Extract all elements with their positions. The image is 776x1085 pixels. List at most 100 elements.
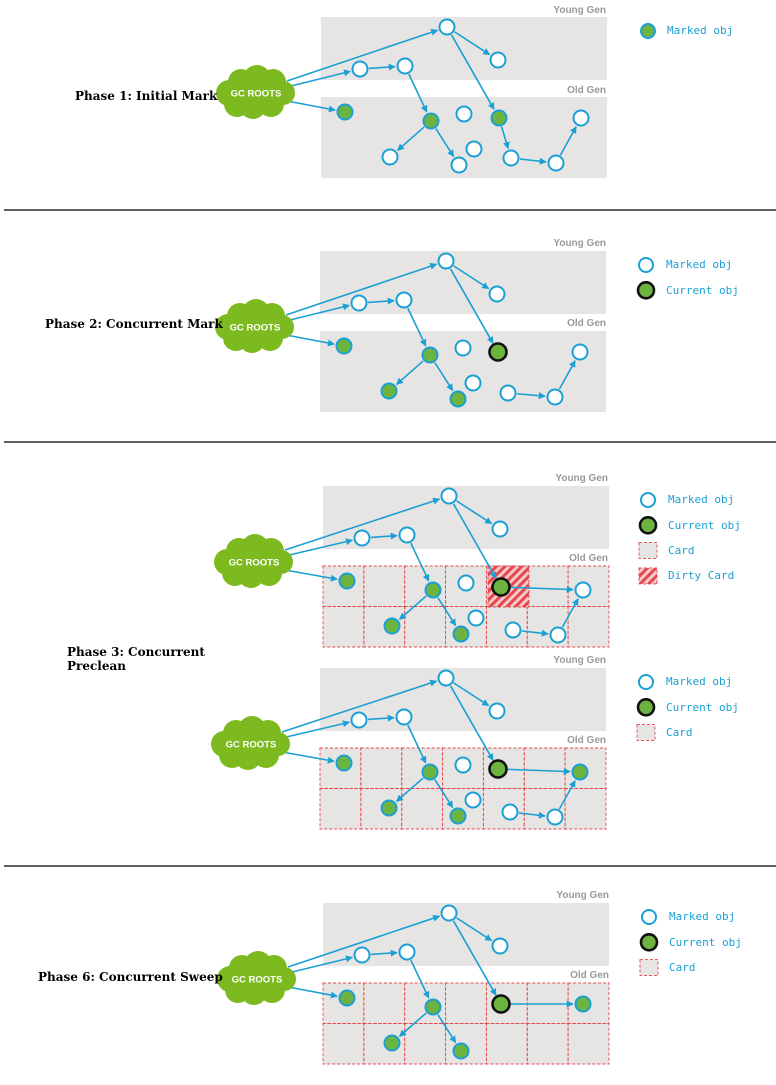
object	[572, 109, 590, 127]
legend-card-label: Card	[669, 961, 696, 974]
marked-object	[574, 995, 592, 1013]
legend-current-swatch	[636, 697, 656, 717]
object	[547, 154, 565, 172]
legend-marked-label: Marked obj	[667, 24, 734, 37]
gc-roots-label: GC ROOTS	[226, 740, 277, 751]
object	[438, 18, 456, 36]
old-gen-label: Old Gen	[567, 318, 606, 329]
gc-roots-label: GC ROOTS	[229, 558, 280, 569]
object	[440, 904, 458, 922]
legend-marked-swatch	[638, 674, 654, 690]
object	[457, 574, 475, 592]
object	[440, 487, 458, 505]
gc-roots-label: GC ROOTS	[230, 323, 281, 334]
object	[502, 149, 520, 167]
current-object	[491, 577, 511, 597]
object	[499, 384, 517, 402]
young-gen-label: Young Gen	[553, 5, 606, 16]
marked-object	[422, 112, 440, 130]
object	[546, 808, 564, 826]
legend-dirty-card-label: Dirty Card	[668, 569, 735, 582]
marked-object	[338, 989, 356, 1007]
legend-marked-swatch	[641, 909, 657, 925]
object	[381, 148, 399, 166]
marked-object	[380, 382, 398, 400]
object	[574, 581, 592, 599]
gc-roots-cloud: GC ROOTS	[217, 951, 296, 1005]
legend-marked-label: Marked obj	[666, 675, 733, 688]
young-gen-label: Young Gen	[555, 473, 608, 484]
legend-current-label: Current obj	[666, 284, 739, 297]
object	[398, 526, 416, 544]
legend-card-label: Card	[666, 726, 693, 739]
object	[395, 291, 413, 309]
legend-current-swatch	[638, 515, 658, 535]
current-object	[488, 759, 508, 779]
legend-current-label: Current obj	[669, 936, 742, 949]
legend-marked-swatch	[640, 492, 656, 508]
gc-roots-cloud: GC ROOTS	[216, 65, 295, 119]
marked-object	[452, 625, 470, 643]
marked-object	[383, 1034, 401, 1052]
marked-object	[338, 572, 356, 590]
old-gen-label: Old Gen	[570, 970, 609, 981]
object	[454, 756, 472, 774]
marked-object	[452, 1042, 470, 1060]
young-gen-label: Young Gen	[553, 238, 606, 249]
legend-marked-swatch	[640, 23, 656, 39]
marked-object	[335, 754, 353, 772]
diagram-canvas: GC ROOTS GC ROOTS GC ROOTS GC ROOTS GC ROOTS	[4, 17, 776, 1065]
object	[454, 339, 472, 357]
legend-card-swatch	[639, 959, 659, 977]
marked-object	[490, 109, 508, 127]
object	[353, 946, 371, 964]
object	[467, 609, 485, 627]
old-gen-label: Old Gen	[567, 85, 606, 96]
marked-object	[449, 807, 467, 825]
gc-roots-label: GC ROOTS	[232, 975, 283, 986]
legend-marked-label: Marked obj	[669, 910, 736, 923]
legend-dirty-swatch	[638, 567, 658, 585]
phase-1-title: Phase 1: Initial Mark	[75, 89, 218, 103]
object	[465, 140, 483, 158]
marked-object	[336, 103, 354, 121]
phase-2-title: Phase 2: Concurrent Mark	[45, 317, 223, 331]
gc-roots-label: GC ROOTS	[231, 89, 282, 100]
old-gen-label: Old Gen	[569, 553, 608, 564]
legend-current-swatch	[639, 932, 659, 952]
gc-roots-cloud: GC ROOTS	[215, 299, 294, 353]
object	[546, 388, 564, 406]
object	[398, 943, 416, 961]
legend-current-swatch	[636, 280, 656, 300]
object	[353, 529, 371, 547]
object	[350, 294, 368, 312]
marked-object	[383, 617, 401, 635]
object	[450, 156, 468, 174]
old-gen-label: Old Gen	[567, 735, 606, 746]
marked-object	[571, 763, 589, 781]
legend-card-label: Card	[668, 544, 695, 557]
young-gen-label: Young Gen	[553, 655, 606, 666]
object	[491, 520, 509, 538]
object	[549, 626, 567, 644]
object	[350, 711, 368, 729]
legend-card-swatch	[638, 542, 658, 560]
object	[395, 708, 413, 726]
object	[491, 937, 509, 955]
object	[488, 285, 506, 303]
legend-marked-label: Marked obj	[668, 493, 735, 506]
object	[504, 621, 522, 639]
legend-card-swatch	[636, 724, 656, 742]
object	[464, 374, 482, 392]
legend-marked-swatch	[638, 257, 654, 273]
phase-3-title: Phase 3: Concurrent Preclean	[67, 645, 205, 673]
object	[488, 702, 506, 720]
object	[501, 803, 519, 821]
marked-object	[424, 998, 442, 1016]
object	[396, 57, 414, 75]
marked-object	[421, 763, 439, 781]
marked-object	[449, 390, 467, 408]
phase-6-title: Phase 6: Concurrent Sweep	[38, 970, 223, 984]
object	[455, 105, 473, 123]
legend-current-label: Current obj	[668, 519, 741, 532]
